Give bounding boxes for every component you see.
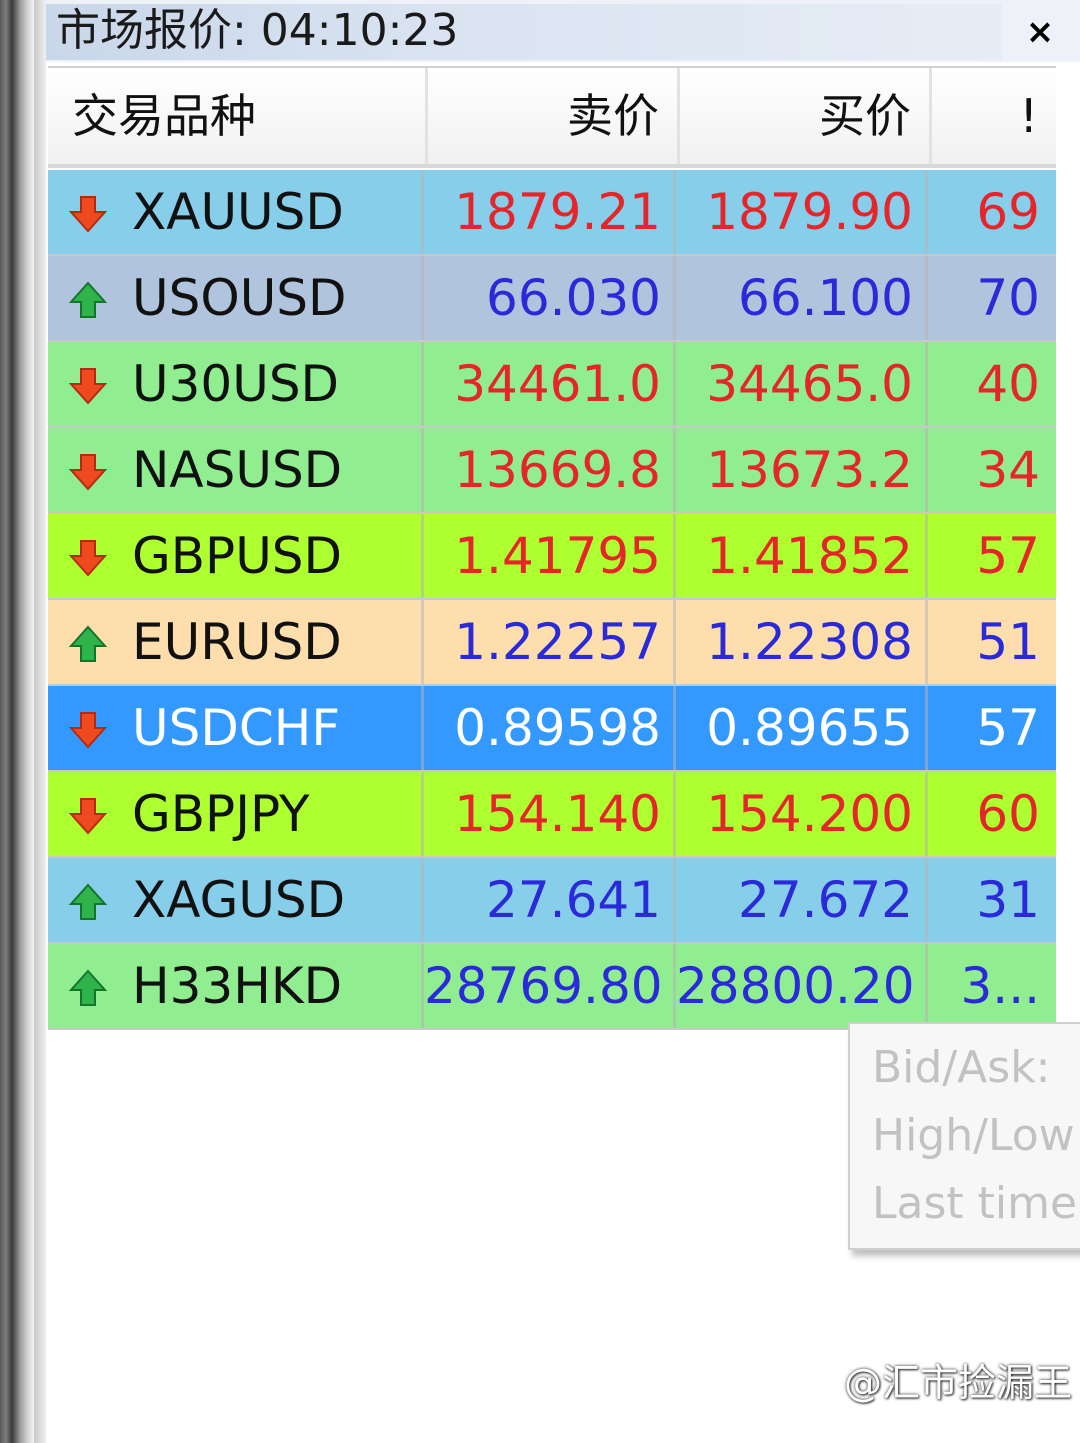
bid-price: 34461.0: [424, 342, 676, 426]
ask-price: 1.22308: [676, 600, 928, 684]
symbol-name: XAGUSD: [132, 871, 346, 929]
column-header-spread[interactable]: !: [932, 68, 1056, 164]
ask-price: 66.100: [676, 256, 928, 340]
symbol-cell[interactable]: XAUUSD: [48, 170, 424, 254]
window-left-edge: [34, 0, 46, 1443]
spread-value: 57: [976, 527, 1040, 585]
ask-price: 0.89655: [676, 686, 928, 770]
bid-price: 27.641: [424, 858, 676, 942]
symbol-cell[interactable]: EURUSD: [48, 600, 424, 684]
bid-price: 1.22257: [424, 600, 676, 684]
symbol-cell[interactable]: USDCHF: [48, 686, 424, 770]
down-arrow-icon: [68, 368, 108, 405]
table-row[interactable]: GBPUSD 1.41795 1.41852 57: [48, 514, 1056, 600]
ask-price: 1879.90: [676, 170, 928, 254]
window-title: 市场报价: 04:10:23: [56, 5, 459, 56]
window-left-border: [0, 0, 34, 1443]
close-button[interactable]: ×: [1020, 12, 1060, 52]
symbol-name: GBPUSD: [132, 527, 343, 585]
bid-price: 154.140: [424, 772, 676, 856]
symbol-name: USDCHF: [132, 699, 341, 757]
symbol-name: USOUSD: [132, 269, 347, 327]
table-row[interactable]: EURUSD 1.22257 1.22308 51: [48, 600, 1056, 686]
spread-value: 60: [976, 785, 1040, 843]
down-arrow-icon: [68, 454, 108, 491]
symbol-cell[interactable]: NASUSD: [48, 428, 424, 512]
column-header-ask[interactable]: 买价: [680, 68, 932, 164]
down-arrow-icon: [68, 712, 108, 749]
table-header: 交易品种 卖价 买价 !: [48, 66, 1056, 168]
title-bar[interactable]: 市场报价: 04:10:23 ×: [46, 0, 1080, 62]
spread-value: 3...: [960, 957, 1041, 1015]
column-header-symbol[interactable]: 交易品种: [48, 68, 428, 164]
tooltip-line-bid-ask: Bid/Ask:: [872, 1042, 1051, 1093]
symbol-name: XAUUSD: [132, 183, 344, 241]
spread-value: 40: [976, 355, 1040, 413]
spread-value: 31: [976, 871, 1040, 929]
ask-price: 1.41852: [676, 514, 928, 598]
ask-price: 13673.2: [676, 428, 928, 512]
table-row[interactable]: GBPJPY 154.140 154.200 60: [48, 772, 1056, 858]
symbol-name: EURUSD: [132, 613, 342, 671]
up-arrow-icon: [68, 625, 108, 662]
symbol-cell[interactable]: U30USD: [48, 342, 424, 426]
spread-value: 70: [976, 269, 1040, 327]
table-row[interactable]: USDCHF 0.89598 0.89655 57: [48, 686, 1056, 772]
symbol-name: GBPJPY: [132, 785, 310, 843]
tooltip-line-high-low: High/Low: [872, 1110, 1075, 1161]
column-header-bid[interactable]: 卖价: [428, 68, 680, 164]
spread-value: 69: [976, 183, 1040, 241]
tooltip-line-last-time: Last time: [872, 1178, 1078, 1229]
symbol-cell[interactable]: XAGUSD: [48, 858, 424, 942]
table-row[interactable]: XAGUSD 27.641 27.672 31: [48, 858, 1056, 944]
up-arrow-icon: [68, 281, 108, 318]
ask-price: 34465.0: [676, 342, 928, 426]
bid-price: 0.89598: [424, 686, 676, 770]
spread-value: 34: [976, 441, 1040, 499]
table-row[interactable]: U30USD 34461.0 34465.0 40: [48, 342, 1056, 428]
symbol-name: U30USD: [132, 355, 340, 413]
bid-price: 1.41795: [424, 514, 676, 598]
spread-value: 57: [976, 699, 1040, 757]
ask-price: 28800.20: [676, 944, 928, 1028]
symbol-cell[interactable]: GBPJPY: [48, 772, 424, 856]
symbol-cell[interactable]: GBPUSD: [48, 514, 424, 598]
market-watch-table: 交易品种 卖价 买价 ! XAUUSD 1879.21 1879.90 69 USOUS…: [48, 66, 1056, 1030]
down-arrow-icon: [68, 196, 108, 233]
table-row[interactable]: XAUUSD 1879.21 1879.90 69: [48, 170, 1056, 256]
up-arrow-icon: [68, 969, 108, 1006]
bid-price: 28769.80: [424, 944, 676, 1028]
table-row[interactable]: USOUSD 66.030 66.100 70: [48, 256, 1056, 342]
ask-price: 27.672: [676, 858, 928, 942]
symbol-cell[interactable]: H33HKD: [48, 944, 424, 1028]
symbol-name: H33HKD: [132, 957, 343, 1015]
table-body: XAUUSD 1879.21 1879.90 69 USOUSD 66.030 66.100…: [48, 170, 1056, 1030]
table-row[interactable]: NASUSD 13669.8 13673.2 34: [48, 428, 1056, 514]
up-arrow-icon: [68, 883, 108, 920]
bid-price: 13669.8: [424, 428, 676, 512]
spread-value: 51: [976, 613, 1040, 671]
symbol-cell[interactable]: USOUSD: [48, 256, 424, 340]
watermark: @汇市捡漏王: [843, 1361, 1072, 1405]
tooltip: Bid/Ask: High/Low Last time: [848, 1022, 1080, 1250]
bid-price: 66.030: [424, 256, 676, 340]
down-arrow-icon: [68, 540, 108, 577]
down-arrow-icon: [68, 798, 108, 835]
table-row[interactable]: H33HKD 28769.80 28800.20 3...: [48, 944, 1056, 1030]
ask-price: 154.200: [676, 772, 928, 856]
bid-price: 1879.21: [424, 170, 676, 254]
symbol-name: NASUSD: [132, 441, 343, 499]
